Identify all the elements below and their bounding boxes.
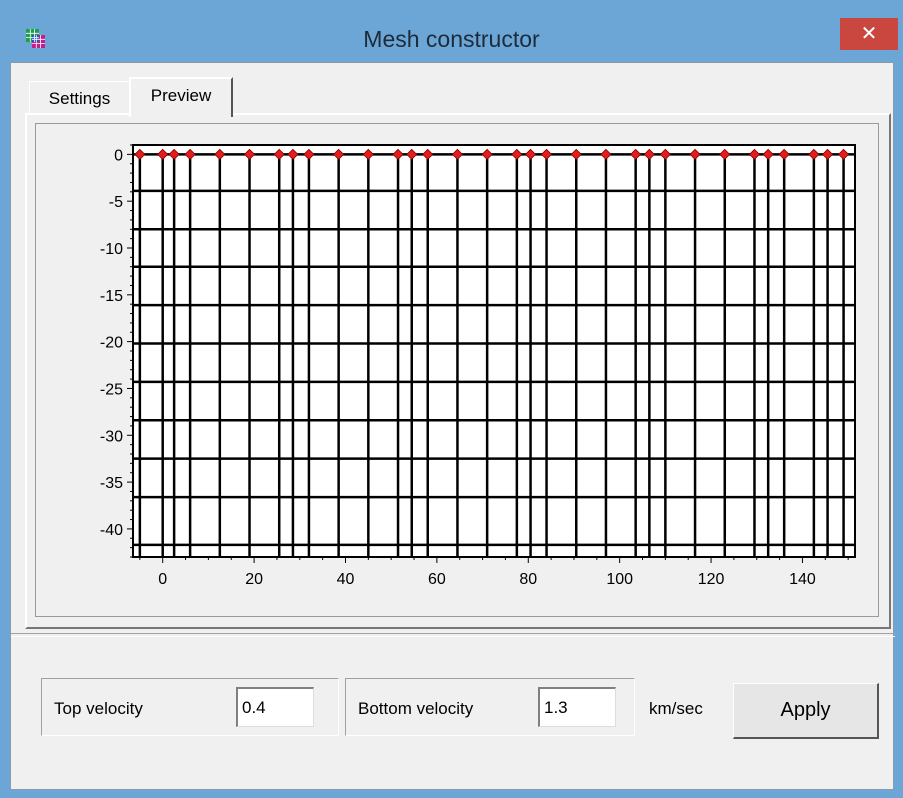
y-tick-label: -40 [100, 522, 123, 539]
x-tick-label: 140 [789, 571, 816, 588]
dialog-client-area: Settings Preview 0 -5 -10 -15 -20 -25 -30 -35 -4… [10, 62, 895, 790]
tab-settings[interactable]: Settings [29, 81, 129, 117]
bottom-velocity-group: Bottom velocity [345, 678, 635, 736]
plot-area [132, 144, 856, 558]
x-tick-label: 80 [519, 571, 537, 588]
x-tick-label: 60 [428, 571, 446, 588]
units-label: km/sec [649, 699, 703, 718]
mesh-preview-plot: 0 -5 -10 -15 -20 -25 -30 -35 -40 0 20 40 60 80 100 120 1… [35, 123, 879, 617]
y-tick-label: -15 [100, 288, 123, 305]
y-tick-label: -35 [100, 475, 123, 492]
x-tick-label: 0 [158, 571, 167, 588]
top-velocity-group: Top velocity [41, 678, 339, 736]
x-tick-label: 20 [245, 571, 263, 588]
mesh-constructor-window: Mesh constructor ✕ Settings Preview 0 -5 -… [0, 0, 903, 798]
x-tick-label: 100 [606, 571, 633, 588]
top-velocity-label: Top velocity [54, 699, 143, 718]
y-tick-label: -30 [100, 428, 123, 445]
title-bar[interactable]: Mesh constructor ✕ [0, 0, 903, 62]
close-button[interactable]: ✕ [840, 18, 898, 50]
close-icon: ✕ [860, 23, 878, 45]
y-tick-label: -20 [100, 335, 123, 352]
apply-button[interactable]: Apply [733, 683, 879, 739]
preview-panel: 0 -5 -10 -15 -20 -25 -30 -35 -40 0 20 40 60 80 100 120 1… [25, 113, 891, 629]
x-tick-label: 40 [337, 571, 355, 588]
bottom-velocity-label: Bottom velocity [358, 699, 474, 718]
y-tick-label: -25 [100, 381, 123, 398]
y-tick-label: -5 [109, 194, 123, 211]
y-tick-label: -10 [100, 241, 123, 258]
mesh-chart: 0 -5 -10 -15 -20 -25 -30 -35 -40 0 20 40 60 80 100 120 1… [100, 144, 856, 588]
tab-preview[interactable]: Preview [129, 77, 233, 117]
top-velocity-input[interactable] [236, 687, 314, 727]
y-tick-label: 0 [114, 147, 123, 164]
x-tick-label: 120 [698, 571, 725, 588]
bottom-velocity-input[interactable] [538, 687, 616, 727]
separator [11, 633, 895, 637]
window-title: Mesh constructor [363, 26, 540, 52]
